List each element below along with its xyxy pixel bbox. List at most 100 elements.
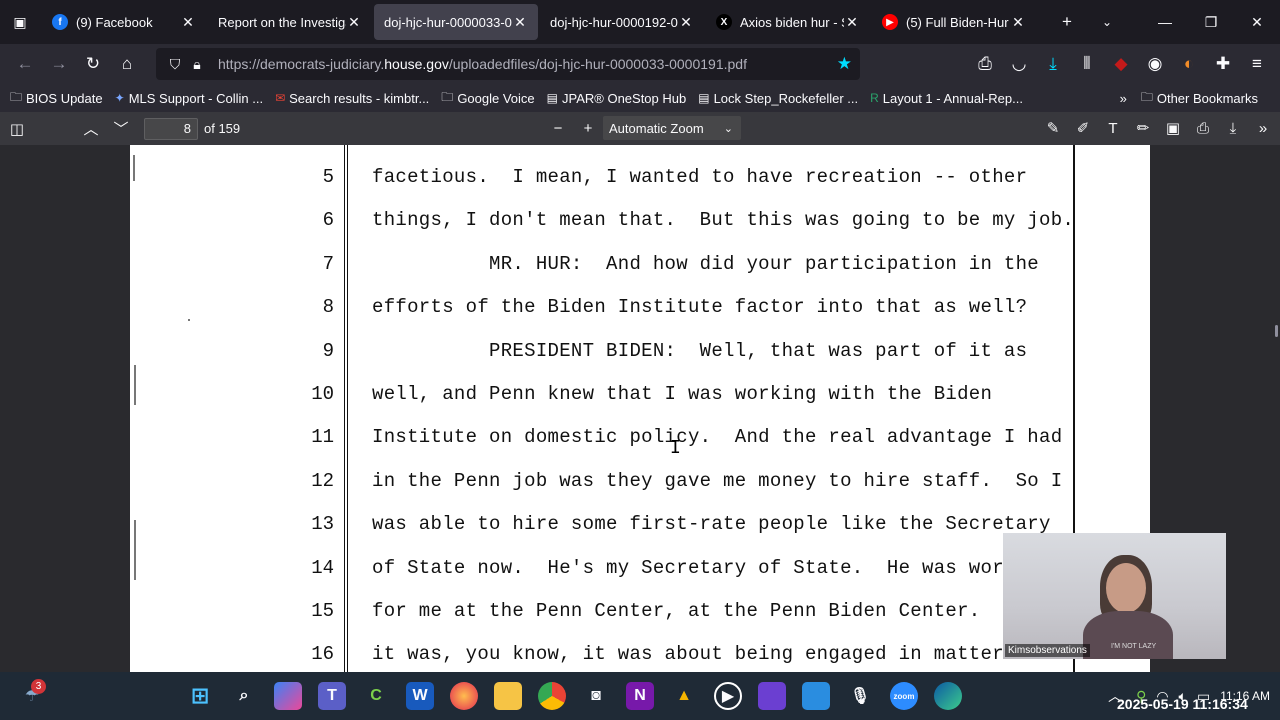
app-c-icon[interactable]: C: [362, 682, 390, 710]
clipchamp-icon[interactable]: [758, 682, 786, 710]
bookmark-item[interactable]: 🗀 BIOS Update: [10, 88, 103, 109]
tabs-container: f(9) Facebook✕Report on the Investigatio…: [40, 4, 1036, 40]
webcam-overlay: I'M NOT LAZY Kimsobservations: [1003, 533, 1226, 659]
highlight-icon[interactable]: ✐: [1068, 114, 1098, 142]
other-bookmarks[interactable]: 🗀 Other Bookmarks: [1141, 88, 1258, 109]
tab-3[interactable]: doj-hjc-hur-0000192-0000262.pdf✕: [540, 4, 704, 40]
line-number: 5: [322, 166, 334, 188]
lock-icon[interactable]: 🔒︎: [186, 56, 208, 73]
zoom-icon[interactable]: zoom: [890, 682, 918, 710]
word-icon[interactable]: W: [406, 682, 434, 710]
account-icon[interactable]: ◉: [1138, 48, 1172, 80]
save-icon[interactable]: ⤓: [1218, 114, 1248, 142]
chevron-down-icon[interactable]: ⌄: [1090, 6, 1124, 38]
minimize-button[interactable]: —: [1142, 0, 1188, 44]
restore-button[interactable]: ❐: [1188, 0, 1234, 44]
copilot-icon[interactable]: [274, 682, 302, 710]
more-tools-icon[interactable]: »: [1248, 114, 1278, 142]
pocket-icon[interactable]: ◡: [1002, 48, 1036, 80]
pdf-page[interactable]: 5 facetious. I mean, I wanted to have rec…: [130, 145, 1150, 672]
edge-icon[interactable]: [934, 682, 962, 710]
bookmarks-list: 🗀 BIOS Update ✦ MLS Support - Collin ... ✉ Se…: [10, 88, 1035, 109]
print-pdf-icon[interactable]: ⎙: [1188, 114, 1218, 142]
image-icon[interactable]: ▣: [1158, 114, 1188, 142]
folder-icon: 🗀: [10, 89, 23, 104]
url-text[interactable]: https://democrats-judiciary.house.gov/up…: [218, 56, 747, 72]
search-icon[interactable]: ⌕: [230, 682, 258, 710]
zoom-select[interactable]: Automatic Zoom ⌄: [603, 116, 741, 140]
line-text: Institute on domestic policy. And the re…: [372, 426, 1063, 449]
tab-4[interactable]: X Axios biden hur - Search / X✕: [706, 4, 870, 40]
close-tab-icon[interactable]: ✕: [512, 14, 528, 31]
bookmark-item[interactable]: ▤ JPAR® OneStop Hub: [547, 88, 687, 109]
sidebar-toggle-icon[interactable]: ◫: [2, 115, 32, 143]
bookmark-item[interactable]: ✦ MLS Support - Collin ...: [115, 88, 263, 109]
camera-icon[interactable]: ◙: [582, 682, 610, 710]
onenote-icon[interactable]: N: [626, 682, 654, 710]
zoom-out-button[interactable]: −: [543, 114, 573, 142]
draw-icon[interactable]: ✏: [1128, 114, 1158, 142]
extensions-puzzle-icon[interactable]: ✚: [1206, 48, 1240, 80]
tab-title: (9) Facebook: [76, 14, 153, 30]
line-number: 16: [311, 643, 334, 666]
chrome-icon[interactable]: [538, 682, 566, 710]
reload-button[interactable]: ↻: [76, 48, 110, 80]
firefox-icon[interactable]: [450, 682, 478, 710]
print-icon[interactable]: ⎙: [968, 48, 1002, 80]
close-tab-icon[interactable]: ✕: [180, 14, 196, 31]
transcript-line: 9 PRESIDENT BIDEN: Well, that was part o…: [130, 340, 1150, 370]
tab-title: Report on the Investigation: [218, 14, 346, 30]
zoom-in-button[interactable]: +: [573, 114, 603, 142]
tab-1[interactable]: Report on the Investigation✕: [208, 4, 372, 40]
transcript-line: 13 was able to hire some first-rate peopl…: [130, 513, 1150, 543]
transcript-line: 8 efforts of the Biden Institute factor i…: [130, 296, 1150, 326]
notification-badge: 3: [31, 679, 46, 694]
tab-2[interactable]: doj-hjc-hur-0000033-0000191.pdf✕: [374, 4, 538, 40]
bookmark-item[interactable]: 🗀 Google Voice: [441, 88, 534, 109]
close-tab-icon[interactable]: ✕: [1010, 14, 1026, 31]
address-bar[interactable]: ⛉ 🔒︎ https://democrats-judiciary.house.g…: [156, 48, 860, 80]
next-page-button[interactable]: ﹀: [106, 115, 136, 143]
chevron-right-icon[interactable]: »: [1120, 91, 1127, 106]
tab-list-icon[interactable]: ▣: [0, 0, 40, 44]
menu-icon[interactable]: ≡: [1240, 48, 1274, 80]
text-tool-icon[interactable]: T: [1098, 114, 1128, 142]
extension-icon[interactable]: ◐: [1172, 48, 1206, 80]
bookmark-item[interactable]: R Layout 1 - Annual-Rep...: [870, 88, 1023, 109]
teams-icon[interactable]: T: [318, 682, 346, 710]
library-icon[interactable]: ⫴: [1070, 48, 1104, 80]
close-tab-icon[interactable]: ✕: [844, 14, 860, 31]
start-icon[interactable]: ⊞: [186, 682, 214, 710]
app-hat-icon[interactable]: ▲: [670, 682, 698, 710]
tab-0[interactable]: f (9) Facebook ✕: [42, 4, 206, 40]
close-tab-icon[interactable]: ✕: [346, 14, 362, 31]
forward-button[interactable]: →: [42, 48, 76, 80]
scrollbar-thumb[interactable]: [1275, 325, 1278, 337]
back-button[interactable]: ←: [8, 48, 42, 80]
bookmark-star-icon[interactable]: ★: [837, 54, 852, 74]
person-body: [1083, 611, 1173, 659]
page-number-input[interactable]: [144, 117, 198, 140]
photos-icon[interactable]: [802, 682, 830, 710]
home-button[interactable]: ⌂: [110, 48, 144, 80]
microphone-icon[interactable]: 🎙︎: [846, 682, 874, 710]
bookmark-label: Layout 1 - Annual-Rep...: [882, 90, 1023, 106]
ublock-icon[interactable]: ◆: [1104, 48, 1138, 80]
bookmark-item[interactable]: ✉ Search results - kimbtr...: [275, 88, 429, 109]
shield-icon[interactable]: ⛉: [164, 56, 186, 73]
edit-annotation-icon[interactable]: ✎: [1038, 114, 1068, 142]
downloads-icon[interactable]: ⤓: [1036, 48, 1070, 80]
tab-title: (5) Full Biden-Hur Audio: [906, 14, 1010, 30]
new-tab-button[interactable]: +: [1050, 6, 1084, 38]
bookmark-label: BIOS Update: [26, 90, 103, 106]
tab-5[interactable]: ▶ (5) Full Biden-Hur Audio✕: [872, 4, 1036, 40]
bookmark-item[interactable]: ▤ Lock Step_Rockefeller ...: [698, 88, 858, 109]
transcript-line: 11 Institute on domestic policy. And the …: [130, 426, 1150, 456]
transcript-line: 12 in the Penn job was they gave me money…: [130, 470, 1150, 500]
close-window-button[interactable]: ✕: [1234, 0, 1280, 44]
tab-title: doj-hjc-hur-0000192-0000262.pdf: [550, 14, 678, 30]
previous-page-button[interactable]: ︿: [76, 115, 106, 143]
close-tab-icon[interactable]: ✕: [678, 14, 694, 31]
file-explorer-icon[interactable]: [494, 682, 522, 710]
media-player-icon[interactable]: ▶: [714, 682, 742, 710]
